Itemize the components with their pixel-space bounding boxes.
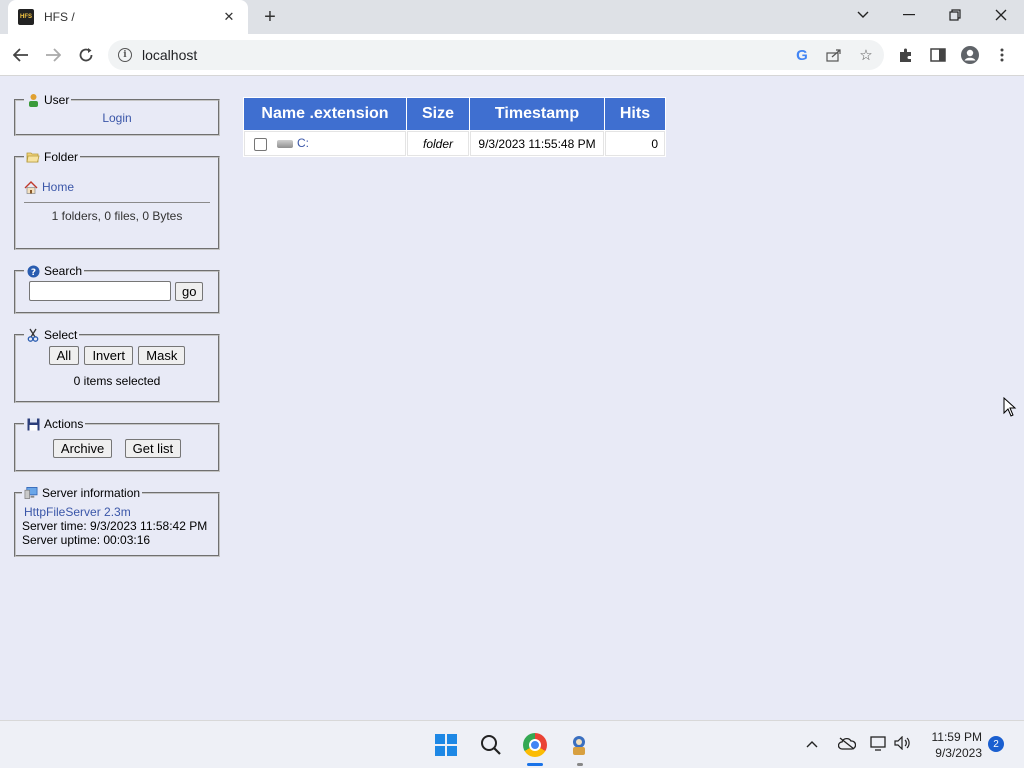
- taskbar-clock[interactable]: 11:59 PM 9/3/2023: [922, 729, 982, 761]
- login-link[interactable]: Login: [102, 111, 131, 125]
- user-legend: User: [24, 93, 71, 107]
- file-timestamp-cell: 9/3/2023 11:55:48 PM: [470, 131, 604, 156]
- clock-time: 11:59 PM: [931, 730, 982, 744]
- file-hits-cell: 0: [605, 131, 665, 156]
- search-panel: ? Search go: [14, 264, 220, 314]
- volume-speaker-icon[interactable]: [894, 735, 910, 753]
- select-legend: Select: [24, 328, 79, 342]
- file-name-cell: C:: [244, 131, 406, 156]
- menu-kebab-icon[interactable]: [988, 42, 1016, 68]
- server-time: Server time: 9/3/2023 11:58:42 PM: [22, 519, 208, 533]
- address-bar[interactable]: i localhost G ☆: [108, 40, 884, 70]
- new-tab-button[interactable]: +: [258, 6, 282, 28]
- extensions-puzzle-icon[interactable]: [892, 42, 920, 68]
- onedrive-offline-icon[interactable]: [837, 737, 857, 753]
- tab-title: HFS /: [44, 10, 75, 24]
- folder-legend: Folder: [24, 150, 80, 164]
- browser-tabbar: HFS HFS / ✕ +: [0, 0, 1024, 34]
- user-legend-text: User: [44, 93, 70, 107]
- actions-panel: Actions Archive Get list: [14, 417, 220, 472]
- server-info-panel: Server information HttpFileServer 2.3m S…: [14, 486, 220, 557]
- server-uptime: Server uptime: 00:03:16: [22, 533, 151, 547]
- actions-legend: Actions: [24, 417, 85, 431]
- home-link[interactable]: Home: [42, 180, 74, 194]
- search-go-button[interactable]: go: [175, 281, 204, 301]
- minimize-button[interactable]: [886, 0, 932, 30]
- restore-button[interactable]: [932, 0, 978, 30]
- server-info-legend-text: Server information: [42, 486, 141, 500]
- mouse-cursor-icon: [1003, 396, 1017, 420]
- forward-button[interactable]: [40, 42, 66, 68]
- reload-button[interactable]: [73, 42, 99, 68]
- search-input[interactable]: [29, 281, 171, 301]
- profile-avatar-icon[interactable]: [956, 42, 984, 68]
- select-legend-text: Select: [44, 328, 78, 342]
- archive-button[interactable]: Archive: [52, 439, 113, 458]
- file-list-table: Name .extension Size Timestamp Hits C: f…: [243, 97, 666, 157]
- actions-legend-text: Actions: [44, 417, 84, 431]
- share-icon[interactable]: [820, 40, 848, 70]
- column-size-header[interactable]: Size: [407, 98, 469, 130]
- folder-panel: Folder Home 1 folders, 0 files, 0 Bytes: [14, 150, 220, 250]
- column-name-header[interactable]: Name .extension: [244, 98, 406, 130]
- server-computer-icon: [24, 486, 38, 500]
- folder-legend-text: Folder: [44, 150, 79, 164]
- home-icon: [24, 180, 38, 194]
- search-legend-text: Search: [44, 264, 83, 278]
- hfs-running-indicator: [577, 763, 583, 766]
- table-row: C: folder 9/3/2023 11:55:48 PM 0: [244, 131, 665, 156]
- select-all-button[interactable]: All: [48, 346, 80, 365]
- file-list-header-row: Name .extension Size Timestamp Hits: [244, 98, 665, 130]
- search-icon[interactable]: [475, 729, 507, 761]
- favicon-text: HFS: [20, 14, 32, 20]
- network-icon[interactable]: [870, 736, 888, 754]
- file-size-cell: folder: [407, 131, 469, 156]
- column-hits-header[interactable]: Hits: [605, 98, 665, 130]
- user-icon: [26, 93, 40, 107]
- floppy-disk-icon: [26, 417, 40, 431]
- back-button[interactable]: [8, 42, 34, 68]
- search-legend: ? Search: [24, 264, 84, 278]
- hfs-version-link[interactable]: HttpFileServer 2.3m: [24, 505, 131, 519]
- svg-text:?: ?: [30, 268, 35, 278]
- scissors-icon: [26, 328, 40, 342]
- chrome-taskbar-icon[interactable]: [519, 729, 551, 761]
- help-question-icon: ?: [26, 264, 40, 278]
- notification-badge[interactable]: 2: [988, 736, 1004, 752]
- hfs-page: User Login Folder Home 1 folders, 0 file…: [0, 77, 1024, 720]
- select-invert-button[interactable]: Invert: [84, 346, 133, 365]
- clock-date: 9/3/2023: [935, 746, 982, 760]
- url-text: localhost: [142, 47, 198, 63]
- chrome-active-indicator: [527, 763, 543, 766]
- select-panel: Select All Invert Mask 0 items selected: [14, 328, 220, 403]
- browser-toolbar: i localhost G ☆: [0, 34, 1024, 76]
- folder-summary: 1 folders, 0 files, 0 Bytes: [51, 209, 183, 223]
- close-window-button[interactable]: [978, 0, 1024, 30]
- hfs-favicon-icon: HFS: [18, 9, 34, 25]
- site-info-icon[interactable]: i: [118, 48, 132, 62]
- server-info-legend: Server information: [22, 486, 142, 500]
- bookmark-star-icon[interactable]: ☆: [852, 40, 880, 70]
- browser-tab[interactable]: HFS HFS / ✕: [8, 0, 248, 34]
- folder-divider: [24, 202, 210, 203]
- start-windows-icon[interactable]: [430, 729, 462, 761]
- selection-status: 0 items selected: [73, 374, 161, 388]
- side-panel-icon[interactable]: [924, 42, 952, 68]
- open-folder-icon: [26, 150, 40, 164]
- tray-chevron-up-icon[interactable]: [806, 735, 818, 751]
- google-icon[interactable]: G: [788, 40, 816, 70]
- column-timestamp-header[interactable]: Timestamp: [470, 98, 604, 130]
- hfs-taskbar-icon[interactable]: [563, 729, 595, 761]
- tab-close-icon[interactable]: ✕: [220, 8, 238, 26]
- select-mask-button[interactable]: Mask: [138, 346, 186, 365]
- user-panel: User Login: [14, 93, 220, 136]
- tab-search-chevron-icon[interactable]: [840, 0, 886, 30]
- drive-icon: [277, 140, 293, 149]
- row-select-checkbox[interactable]: [254, 137, 267, 151]
- file-name-link[interactable]: C:: [297, 136, 309, 150]
- windows-taskbar: 11:59 PM 9/3/2023 2: [0, 720, 1024, 768]
- get-list-button[interactable]: Get list: [124, 439, 182, 458]
